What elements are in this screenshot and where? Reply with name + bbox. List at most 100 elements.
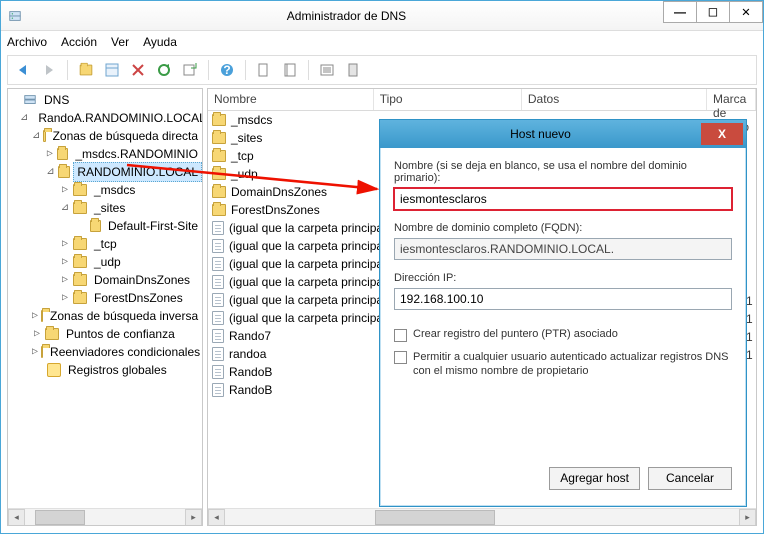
- tree-server[interactable]: RandoA.RANDOMINIO.LOCAL: [34, 109, 202, 127]
- menu-ayuda[interactable]: Ayuda: [143, 35, 177, 49]
- scroll-left-icon[interactable]: ◂: [8, 509, 25, 526]
- expander-icon[interactable]: ▷: [60, 181, 70, 199]
- tree-tcp[interactable]: _tcp: [90, 235, 121, 253]
- folder-icon: [73, 274, 87, 286]
- expander-icon[interactable]: ▷: [60, 271, 70, 289]
- folder-icon: [212, 204, 226, 216]
- export-button[interactable]: [179, 59, 201, 81]
- record-icon: [212, 329, 224, 343]
- tree-inv[interactable]: Zonas de búsqueda inversa: [46, 307, 202, 325]
- new-host-dialog: Host nuevo X Nombre (si se deja en blanc…: [379, 119, 747, 507]
- expander-icon[interactable]: ▷: [60, 235, 70, 253]
- dialog-title-bar[interactable]: Host nuevo X: [380, 120, 746, 148]
- tree-sites-child[interactable]: Default-First-Site: [104, 217, 202, 235]
- expander-icon[interactable]: ⊿: [20, 109, 28, 127]
- hostname-input[interactable]: [394, 188, 732, 210]
- col-name[interactable]: Nombre: [208, 89, 374, 110]
- up-folder-button[interactable]: [75, 59, 97, 81]
- dialog-close-button[interactable]: X: [701, 123, 743, 145]
- close-button[interactable]: ✕: [729, 1, 763, 23]
- col-data[interactable]: Datos: [522, 89, 707, 110]
- globe-icon: [47, 363, 61, 377]
- main-window: Administrador de DNS — □ ✕ Archivo Acció…: [0, 0, 764, 534]
- nav-back-button[interactable]: [12, 59, 34, 81]
- scroll-left-icon[interactable]: ◂: [208, 509, 225, 526]
- folder-icon: [212, 132, 226, 144]
- menu-ver[interactable]: Ver: [111, 35, 129, 49]
- record-icon: [212, 293, 224, 307]
- col-mark[interactable]: Marca de tiempo: [707, 89, 756, 110]
- folder-icon: [212, 114, 226, 126]
- ip-label: Dirección IP:: [394, 272, 732, 284]
- tree-body[interactable]: DNS ⊿RandoA.RANDOMINIO.LOCAL ⊿Zonas de b…: [8, 89, 202, 508]
- expander-icon[interactable]: ▷: [60, 289, 70, 307]
- folder-icon: [212, 150, 226, 162]
- tree-root[interactable]: DNS: [40, 91, 73, 109]
- expander-icon[interactable]: ▷: [32, 325, 42, 343]
- tree-reg[interactable]: Registros globales: [64, 361, 171, 379]
- dialog-footer: Agregar host Cancelar: [380, 460, 746, 506]
- folder-icon: [41, 346, 43, 358]
- expander-icon[interactable]: ▷: [60, 253, 70, 271]
- tree-reenv[interactable]: Reenviadores condicionales: [46, 343, 202, 361]
- folder-icon: [45, 328, 59, 340]
- tree-zone-msdcs[interactable]: _msdcs.RANDOMINIO: [71, 145, 202, 163]
- fqdn-label: Nombre de dominio completo (FQDN):: [394, 222, 732, 234]
- record-icon: [212, 311, 224, 325]
- folder-icon: [73, 292, 87, 304]
- ip-input[interactable]: [394, 288, 732, 310]
- scroll-right-icon[interactable]: ▸: [185, 509, 202, 526]
- filter-button[interactable]: [342, 59, 364, 81]
- help-button[interactable]: ?: [216, 59, 238, 81]
- tree-fwd[interactable]: Zonas de búsqueda directa: [49, 127, 202, 145]
- checkbox-icon[interactable]: [394, 329, 407, 342]
- tree-udp[interactable]: _udp: [90, 253, 125, 271]
- zone-icon: [58, 166, 71, 178]
- zone-icon: [57, 148, 68, 160]
- menu-archivo[interactable]: Archivo: [7, 35, 47, 49]
- perm-checkbox-row[interactable]: Permitir a cualquier usuario autenticado…: [394, 350, 732, 378]
- record-icon: [212, 239, 224, 253]
- nav-fwd-button[interactable]: [38, 59, 60, 81]
- folder-icon: [73, 202, 87, 214]
- tree-conf[interactable]: Puntos de confianza: [62, 325, 179, 343]
- tree-sites[interactable]: _sites: [90, 199, 129, 217]
- expander-icon[interactable]: ⊿: [32, 127, 40, 145]
- expander-icon[interactable]: ▷: [46, 145, 54, 163]
- folder-icon: [212, 186, 226, 198]
- checkbox-icon[interactable]: [394, 351, 407, 364]
- properties-button[interactable]: [316, 59, 338, 81]
- expander-icon[interactable]: ⊿: [60, 199, 70, 217]
- expander-icon[interactable]: ▷: [32, 343, 38, 361]
- expander-icon[interactable]: ⊿: [46, 163, 55, 181]
- tool-icon-1[interactable]: [253, 59, 275, 81]
- window-title: Administrador de DNS: [29, 9, 664, 23]
- tree-msdcs[interactable]: _msdcs: [90, 181, 139, 199]
- cancel-button[interactable]: Cancelar: [648, 467, 732, 490]
- add-host-button[interactable]: Agregar host: [549, 467, 640, 490]
- record-icon: [212, 257, 224, 271]
- col-type[interactable]: Tipo: [374, 89, 522, 110]
- tool-icon-2[interactable]: [279, 59, 301, 81]
- folder-icon: [73, 256, 87, 268]
- maximize-button[interactable]: □: [696, 1, 730, 23]
- app-icon: [7, 8, 23, 24]
- dns-root-icon: [23, 93, 37, 107]
- ptr-checkbox-row[interactable]: Crear registro del puntero (PTR) asociad…: [394, 328, 732, 342]
- menu-accion[interactable]: Acción: [61, 35, 97, 49]
- folder-icon: [212, 168, 226, 180]
- minimize-button[interactable]: —: [663, 1, 697, 23]
- delete-button[interactable]: [127, 59, 149, 81]
- tree-fdz[interactable]: ForestDnsZones: [90, 289, 187, 307]
- tree-hscroll[interactable]: ◂ ▸: [8, 508, 202, 525]
- record-icon: [212, 275, 224, 289]
- tree-ddz[interactable]: DomainDnsZones: [90, 271, 194, 289]
- tree-zone-main[interactable]: RANDOMINIO.LOCAL: [73, 162, 202, 182]
- fqdn-field: [394, 238, 732, 260]
- ptr-label: Crear registro del puntero (PTR) asociad…: [413, 328, 618, 340]
- scroll-right-icon[interactable]: ▸: [739, 509, 756, 526]
- expander-icon[interactable]: ▷: [32, 307, 38, 325]
- refresh-button[interactable]: [153, 59, 175, 81]
- view-list-button[interactable]: [101, 59, 123, 81]
- list-hscroll[interactable]: ◂ ▸: [208, 508, 756, 525]
